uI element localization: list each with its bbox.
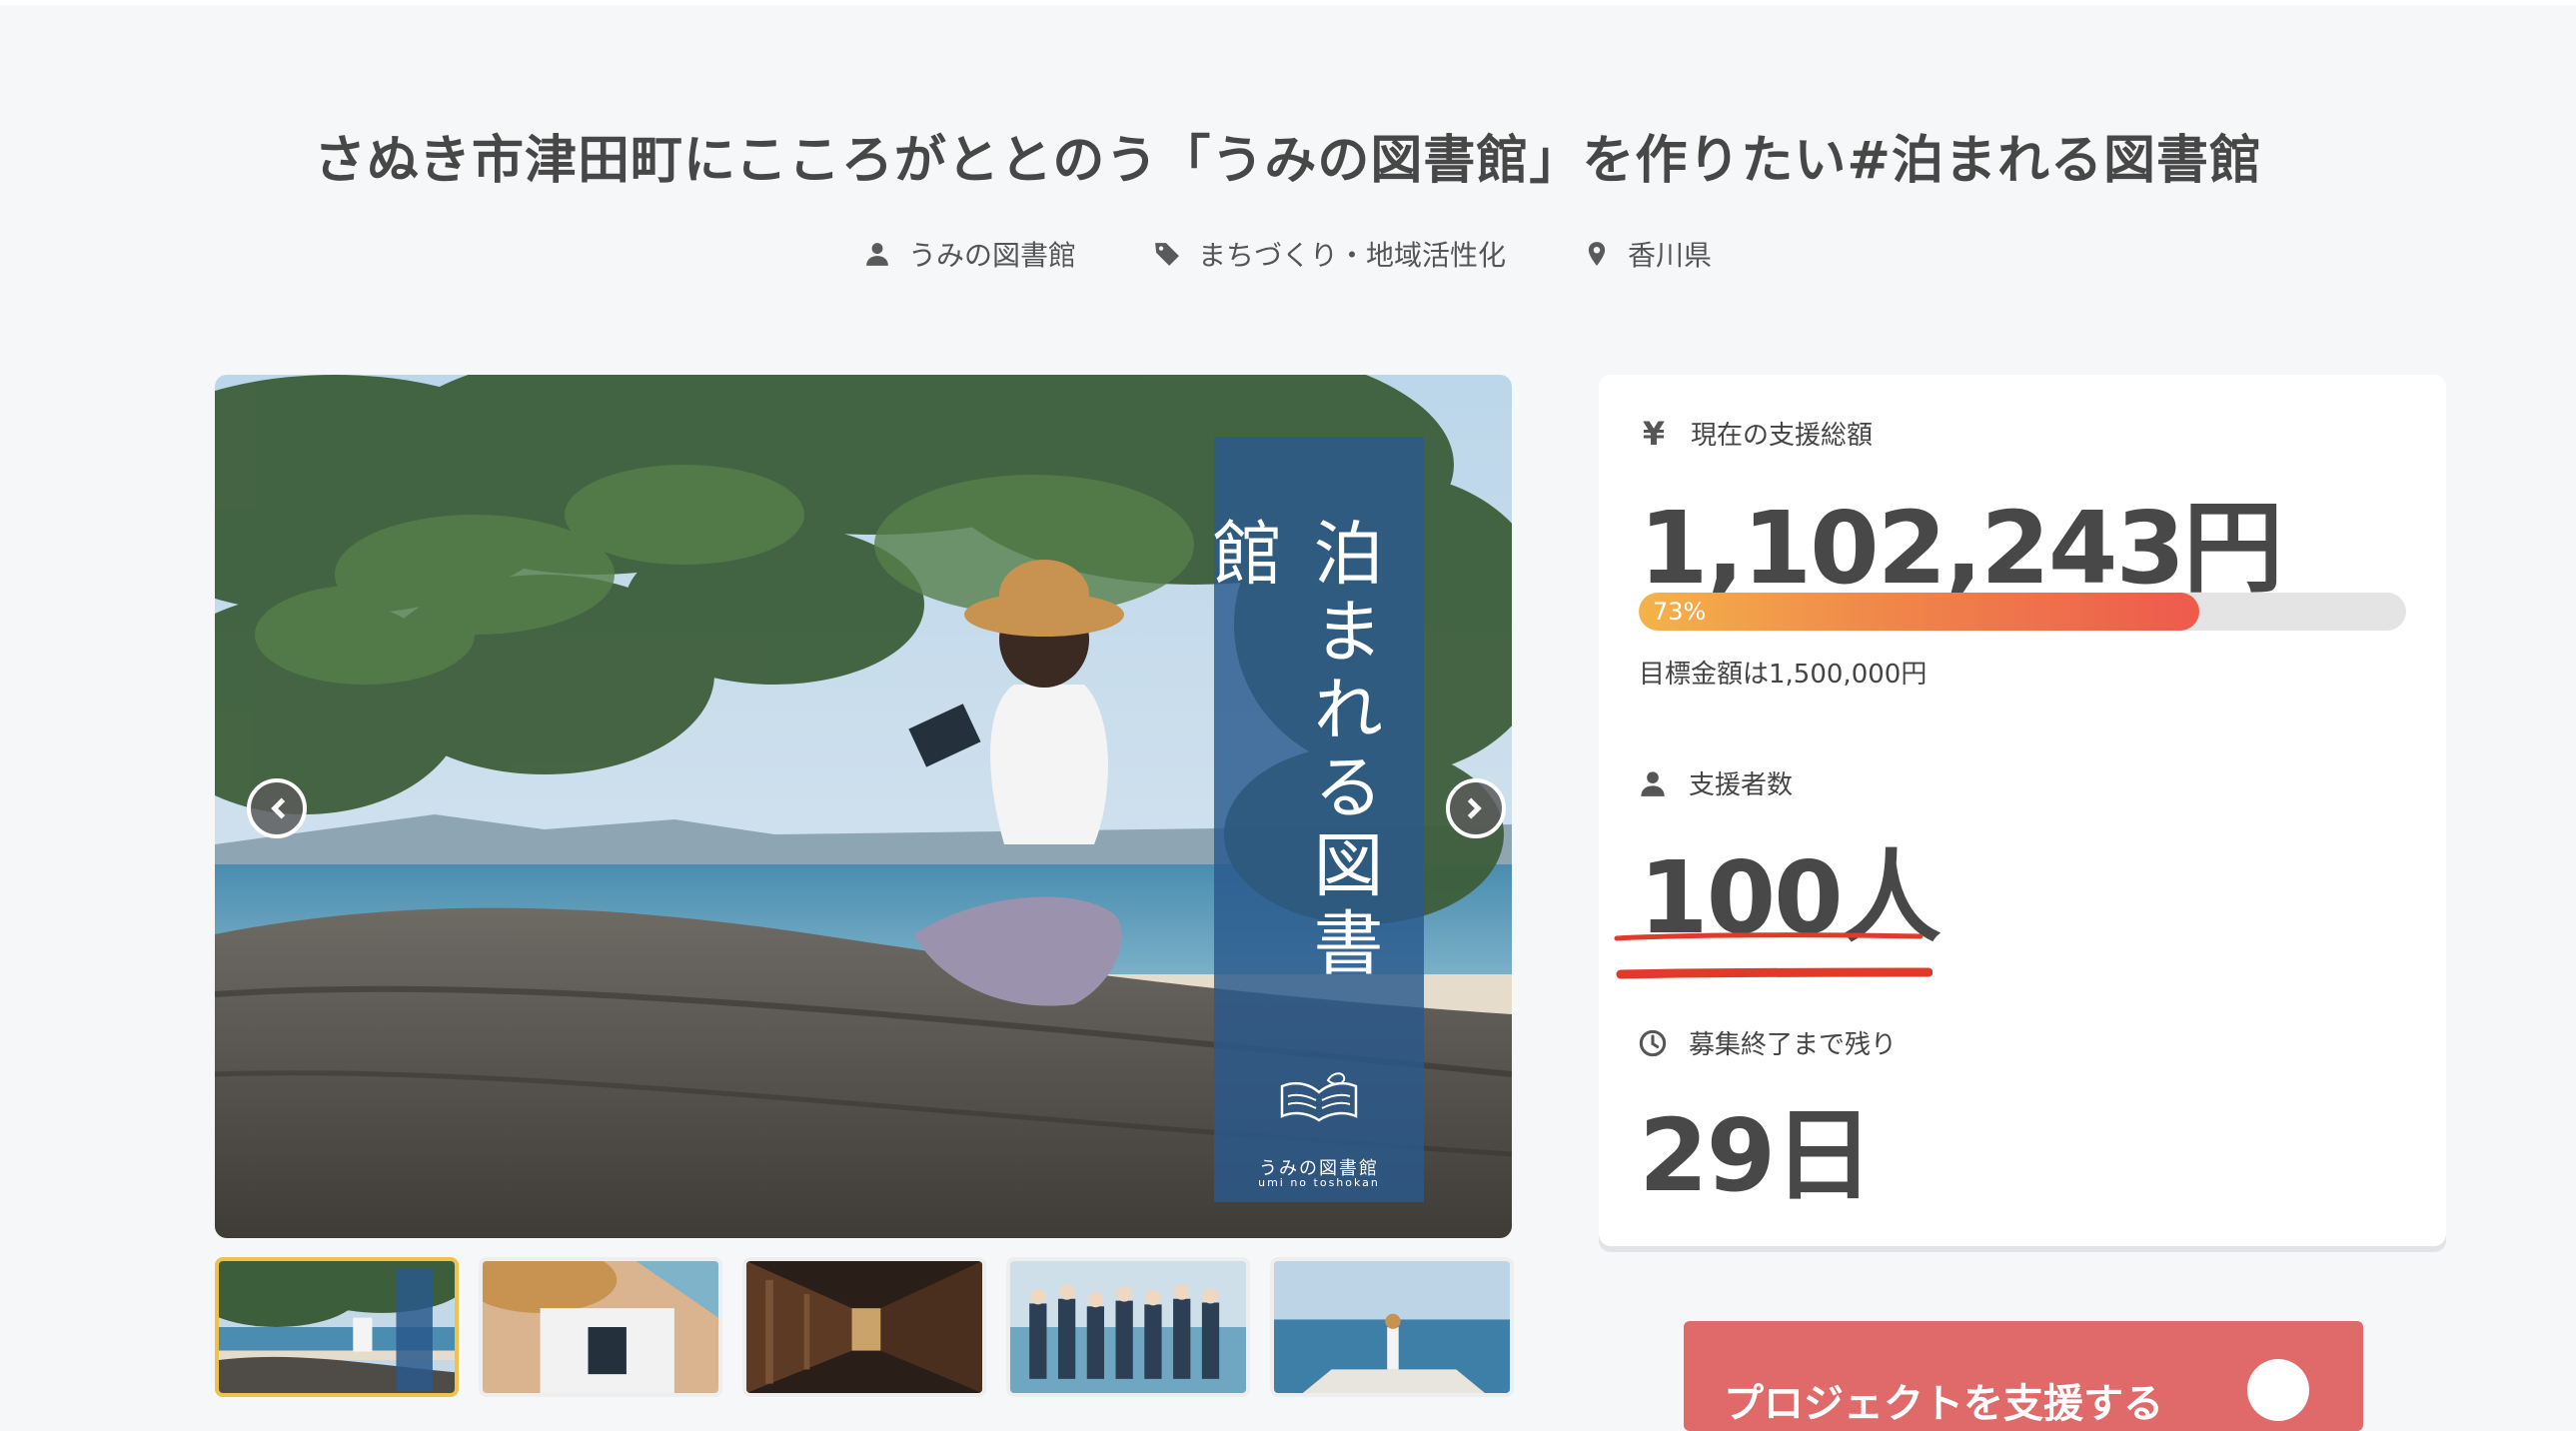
yen-icon: ¥: [1642, 414, 1666, 453]
total-amount-label: ¥ 現在の支援総額: [1639, 414, 1874, 453]
chevron-right-icon: [1467, 797, 1482, 819]
meta-owner[interactable]: うみの図書館: [864, 234, 1076, 274]
funding-stats-card: ¥ 現在の支援総額 1,102,243円 73% 目標金額は1,500,000円…: [1599, 375, 2446, 1246]
funding-progress-fill: 73%: [1639, 593, 2199, 631]
user-icon: [866, 243, 888, 266]
thumbnail-3[interactable]: [742, 1257, 986, 1397]
thumbnail-1[interactable]: [215, 1257, 459, 1397]
banner-title: 泊まれる図書館: [1201, 517, 1384, 984]
meta-category[interactable]: まちづくり・地域活性化: [1154, 234, 1506, 274]
thumbnail-strip: [215, 1257, 1514, 1397]
arrow-circle-icon: [2247, 1359, 2309, 1421]
main-image-carousel[interactable]: 泊まれる図書館 うみの図書館 umi no toshokan: [215, 375, 1512, 1238]
thumbnail-image: [483, 1261, 718, 1393]
thumbnail-2[interactable]: [479, 1257, 722, 1397]
project-meta: うみの図書館 まちづくり・地域活性化 香川県: [0, 234, 2576, 274]
map-pin-icon: [1588, 242, 1606, 266]
red-underline-annotation: [1614, 932, 1932, 979]
remaining-label-text: 募集終了まで残り: [1689, 1030, 1898, 1060]
meta-location[interactable]: 香川県: [1584, 234, 1712, 274]
tag-icon: [1155, 243, 1179, 266]
carousel-next-button[interactable]: [1446, 778, 1506, 838]
clock-icon: [1639, 1029, 1667, 1056]
top-border: [0, 0, 2576, 5]
thumbnail-5[interactable]: [1270, 1257, 1514, 1397]
location-name: 香川県: [1628, 239, 1713, 272]
carousel-prev-button[interactable]: [247, 778, 307, 838]
support-button-label: プロジェクトを支援する: [1724, 1381, 2163, 1427]
remaining-value: 29日: [1639, 1097, 1874, 1214]
thumbnail-image: [219, 1261, 455, 1393]
hero-banner: 泊まれる図書館 うみの図書館 umi no toshokan: [1201, 437, 1424, 1202]
thumbnail-image: [746, 1261, 982, 1393]
remaining-label: 募集終了まで残り: [1639, 1024, 1897, 1061]
supporters-label-text: 支援者数: [1689, 770, 1794, 800]
owner-name: うみの図書館: [907, 239, 1076, 272]
goal-amount-text: 目標金額は1,500,000円: [1639, 660, 1928, 690]
progress-percent-label: 73%: [1653, 598, 1707, 626]
total-amount-label-text: 現在の支援総額: [1691, 421, 1874, 451]
support-project-button[interactable]: プロジェクトを支援する: [1684, 1321, 2363, 1431]
book-logo-icon: [1280, 1072, 1358, 1122]
user-icon: [1641, 770, 1665, 796]
supporters-label: 支援者数: [1639, 764, 1793, 801]
chevron-left-icon: [271, 797, 286, 819]
thumbnail-4[interactable]: [1006, 1257, 1250, 1397]
total-amount-value: 1,102,243円: [1639, 490, 2283, 607]
page-title: さぬき市津田町にこころがととのう「うみの図書館」を作りたい#泊まれる図書館: [314, 131, 2262, 191]
thumbnail-image: [1274, 1261, 1510, 1393]
funding-progress-bar: 73%: [1639, 593, 2406, 631]
banner-logo-sublabel: umi no toshokan: [1258, 1176, 1380, 1189]
category-name: まちづくり・地域活性化: [1197, 239, 1506, 272]
thumbnail-image: [1010, 1261, 1246, 1393]
